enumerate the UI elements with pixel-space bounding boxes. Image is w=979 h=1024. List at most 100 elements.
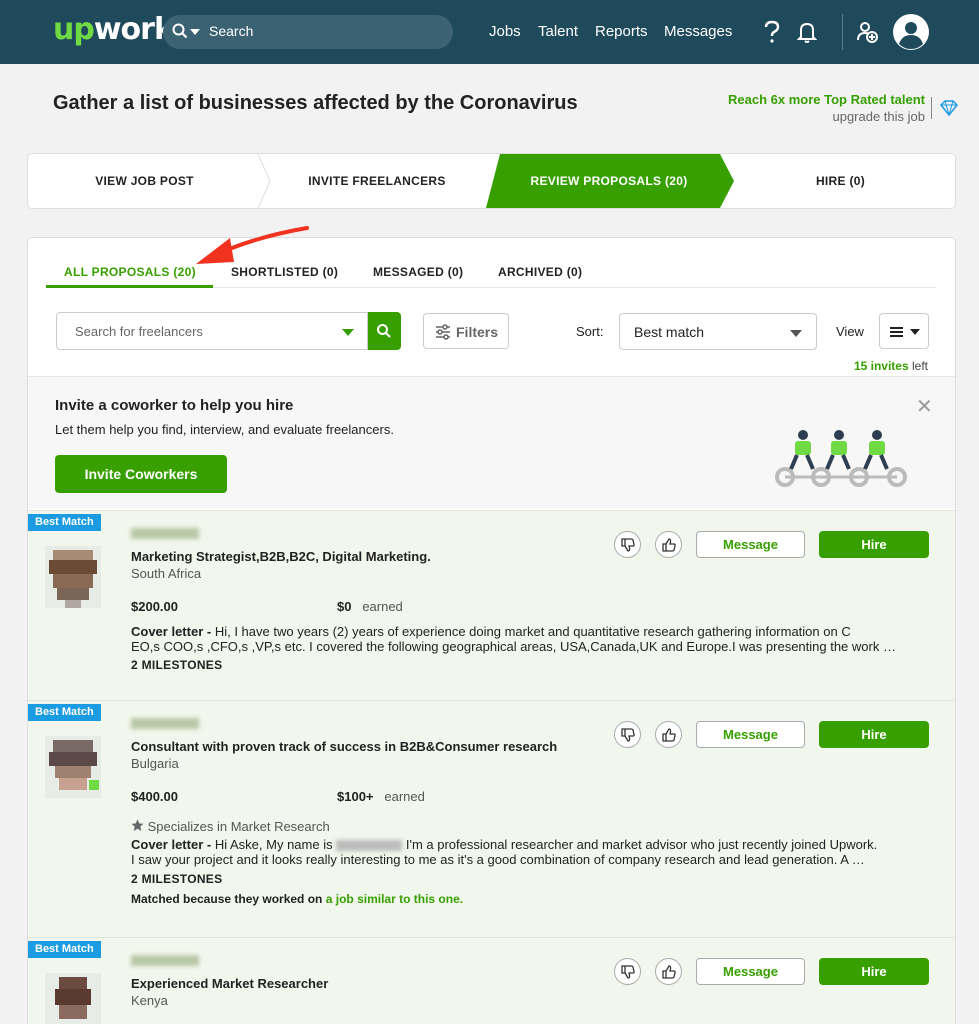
cover-letter-line-2: EO,s COO,s ,CFO,s ,VP,s etc. I covered t… (131, 639, 896, 654)
search-icon (172, 23, 188, 39)
thumbs-down-icon (621, 728, 635, 742)
freelancer-search-placeholder: Search for freelancers (75, 324, 203, 339)
upgrade-promo[interactable]: Reach 6x more Top Rated talent upgrade t… (728, 92, 925, 124)
tab-messaged[interactable]: MESSAGED (0) (373, 265, 463, 279)
freelancer-avatar[interactable] (45, 546, 101, 608)
freelancer-avatar[interactable] (45, 736, 101, 798)
specialization: Specializes in Market Research (131, 819, 330, 834)
proposal-row[interactable]: Best Match Experienced Market Researcher… (28, 937, 955, 1024)
best-match-badge: Best Match (28, 941, 101, 958)
chevron-down-icon (910, 329, 920, 335)
banner-title: Invite a coworker to help you hire (55, 397, 294, 414)
diamond-icon (940, 100, 958, 116)
earned-amount: $100+ earned (337, 789, 425, 804)
close-icon[interactable]: ✕ (916, 394, 933, 419)
notifications-bell-icon[interactable] (797, 20, 817, 44)
freelancer-avatar[interactable] (45, 973, 101, 1024)
freelancer-search-button[interactable] (368, 312, 401, 350)
tab-archived[interactable]: ARCHIVED (0) (498, 265, 582, 279)
view-label: View (836, 324, 864, 339)
thumbs-down-icon (621, 965, 635, 979)
tandem-bike-illustration (775, 430, 907, 487)
help-icon[interactable] (763, 20, 781, 44)
hire-button[interactable]: Hire (819, 958, 929, 985)
earned-value: $100+ (337, 789, 374, 804)
cover-letter-line-2: I saw your project and it looks really i… (131, 852, 865, 867)
best-match-badge: Best Match (28, 514, 101, 531)
filters-label: Filters (456, 324, 499, 340)
view-mode-select[interactable] (879, 313, 929, 349)
freelancer-name-redacted (131, 528, 199, 539)
sort-select[interactable]: Best match (619, 313, 817, 350)
filters-button[interactable]: Filters (423, 313, 509, 349)
invites-left: 15 invites left (854, 359, 928, 373)
search-type-caret-icon[interactable] (190, 29, 200, 35)
proposal-row[interactable]: Best Match Marketing Strategist,B2B,B2C,… (28, 510, 955, 700)
upwork-logo[interactable]: upwork (53, 12, 174, 47)
specialization-text: Specializes in Market Research (147, 819, 330, 834)
search-icon (377, 324, 391, 338)
proposal-title[interactable]: Consultant with proven track of success … (131, 739, 557, 754)
user-avatar-icon[interactable] (892, 13, 930, 51)
earned-label: earned (384, 789, 425, 804)
hourly-rate: $400.00 (131, 789, 178, 804)
best-match-badge: Best Match (28, 704, 101, 721)
dislike-button[interactable] (614, 721, 641, 748)
like-button[interactable] (655, 721, 682, 748)
step-review-proposals[interactable]: REVIEW PROPOSALS (20) (498, 154, 720, 208)
tab-all-proposals[interactable]: ALL PROPOSALS (20) (64, 265, 196, 279)
invite-coworkers-button[interactable]: Invite Coworkers (55, 455, 227, 493)
hire-button[interactable]: Hire (819, 531, 929, 558)
banner-description: Let them help you find, interview, and e… (55, 422, 394, 437)
global-search[interactable]: Search (163, 15, 453, 49)
freelancer-search-input[interactable]: Search for freelancers (56, 312, 368, 350)
message-button[interactable]: Message (696, 958, 805, 985)
nav-messages[interactable]: Messages (664, 23, 732, 40)
earned-label: earned (362, 599, 403, 614)
match-reason: Matched because they worked on a job sim… (131, 892, 463, 906)
dislike-button[interactable] (614, 531, 641, 558)
nav-jobs[interactable]: Jobs (489, 23, 521, 40)
hiring-steps: VIEW JOB POST INVITE FREELANCERS REVIEW … (27, 153, 956, 209)
redacted-name (336, 840, 403, 852)
message-button[interactable]: Message (696, 531, 805, 558)
cover-letter-line-1: Hi, I have two years (2) years of experi… (214, 624, 851, 639)
nav-talent[interactable]: Talent (538, 23, 578, 40)
top-nav: upwork Search Jobs Talent Reports Messag… (0, 0, 979, 64)
proposal-title[interactable]: Experienced Market Researcher (131, 976, 328, 991)
search-options-caret-icon[interactable] (342, 329, 354, 336)
like-button[interactable] (655, 531, 682, 558)
like-button[interactable] (655, 958, 682, 985)
proposal-title[interactable]: Marketing Strategist,B2B,B2C, Digital Ma… (131, 549, 431, 564)
star-icon (131, 819, 144, 831)
upgrade-promo-subtitle[interactable]: upgrade this job (728, 109, 925, 124)
freelancer-name-redacted (131, 955, 199, 966)
cover-letter-line-1: I'm a professional researcher and market… (405, 837, 878, 852)
cover-letter: Cover letter - Hi, I have two years (2) … (131, 624, 929, 654)
dislike-button[interactable] (614, 958, 641, 985)
thumbs-up-icon (662, 728, 676, 742)
promo-divider (931, 97, 932, 119)
step-invite-freelancers[interactable]: INVITE FREELANCERS (271, 154, 483, 208)
job-title: Gather a list of businesses affected by … (53, 92, 578, 114)
earned-value: $0 (337, 599, 352, 614)
message-button[interactable]: Message (696, 721, 805, 748)
cover-letter-label: Cover letter - (131, 837, 212, 852)
nav-reports[interactable]: Reports (595, 23, 648, 40)
add-team-member-icon[interactable] (856, 20, 878, 44)
step-hire[interactable]: HIRE (0) (733, 154, 948, 208)
hourly-rate: $200.00 (131, 599, 178, 614)
upgrade-promo-title[interactable]: Reach 6x more Top Rated talent (728, 92, 925, 107)
thumbs-up-icon (662, 965, 676, 979)
proposal-row[interactable]: Best Match Consultant with proven track … (28, 700, 955, 937)
hire-button[interactable]: Hire (819, 721, 929, 748)
similar-job-link[interactable]: a job similar to this one. (326, 892, 463, 906)
invites-count[interactable]: 15 invites (854, 359, 909, 373)
chevron-down-icon (790, 330, 802, 337)
freelancer-country: Kenya (131, 993, 168, 1008)
cover-letter-label: Cover letter - (131, 624, 212, 639)
sort-label: Sort: (576, 324, 604, 339)
annotation-arrow-icon (196, 226, 309, 264)
step-view-job-post[interactable]: VIEW JOB POST (28, 154, 261, 208)
invite-coworker-banner: Invite a coworker to help you hire Let t… (28, 376, 955, 509)
